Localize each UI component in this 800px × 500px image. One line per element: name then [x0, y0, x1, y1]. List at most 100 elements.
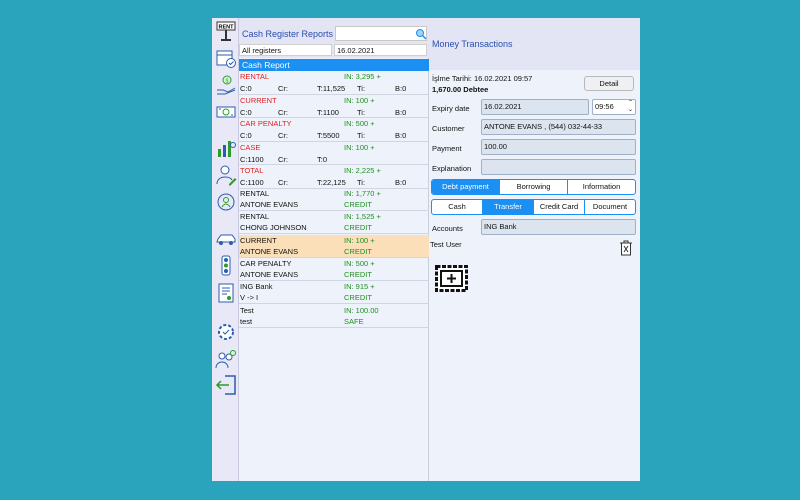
- transaction-in: IN: 1,525 +: [344, 212, 381, 222]
- transaction-person: test: [240, 316, 253, 326]
- explanation-field[interactable]: [481, 159, 636, 175]
- date-filter[interactable]: 16.02.2021: [334, 44, 427, 56]
- transaction-in: IN: 915 +: [344, 282, 375, 292]
- transaction-type: ING Bank: [240, 282, 273, 292]
- report-row[interactable]: CASE IN: 100 + C:1100 Cr: T:0: [239, 142, 429, 165]
- method-tab[interactable]: Credit Card: [534, 200, 585, 214]
- transaction-person: ANTONE EVANS: [240, 246, 299, 256]
- transaction-kind: CREDIT: [344, 293, 372, 303]
- expiry-date-field[interactable]: 16.02.2021: [481, 99, 589, 115]
- report-row-t: T:22,125: [317, 178, 346, 187]
- person-edit-icon[interactable]: [212, 162, 239, 188]
- add-image-icon[interactable]: [435, 265, 468, 292]
- method-tab[interactable]: Document: [585, 200, 635, 214]
- report-row-cr: Cr:: [278, 107, 288, 117]
- transaction-row[interactable]: CURRENT ANTONE EVANS IN: 100 + CREDIT: [239, 234, 429, 258]
- type-segmented-control: Debt payment Borrowing Information: [431, 179, 636, 195]
- explanation-label: Explanation: [432, 164, 472, 173]
- transaction-row[interactable]: Test test IN: 100.00 SAFE: [239, 305, 429, 328]
- report-row[interactable]: RENTAL IN: 3,295 + C:0 Cr: T:11,525 Ti: B:0: [239, 71, 429, 95]
- transaction-in: IN: 500 +: [344, 258, 375, 268]
- settings-check-icon[interactable]: [212, 319, 239, 345]
- transaction-row[interactable]: RENTAL ANTONE EVANS IN: 1,770 + CREDIT: [239, 188, 429, 211]
- transaction-person: ANTONE EVANS: [240, 200, 299, 209]
- method-tab[interactable]: Cash: [432, 200, 483, 214]
- calendar-check-icon[interactable]: [212, 45, 239, 71]
- report-row-t: T:11,525: [317, 84, 346, 93]
- accounts-field[interactable]: ING Bank: [481, 219, 636, 235]
- customer-field[interactable]: ANTONE EVANS , (544) 032-44-33: [481, 119, 636, 135]
- trash-icon[interactable]: [619, 240, 633, 256]
- report-row-cr: Cr:: [278, 131, 288, 140]
- transaction-row[interactable]: ING Bank V -> I IN: 915 + CREDIT: [239, 281, 429, 305]
- sidebar: RENT $: [212, 18, 239, 481]
- report-row-ti: Ti:: [357, 131, 366, 140]
- detail-title: Money Transactions: [432, 39, 513, 49]
- report-row-in: IN: 100 +: [344, 142, 375, 152]
- transaction-kind: CREDIT: [344, 200, 372, 209]
- detail-button[interactable]: Detail: [584, 76, 634, 91]
- report-row-cr: Cr:: [278, 178, 288, 187]
- report-row-cr: Cr:: [278, 84, 288, 93]
- report-row-in: IN: 500 +: [344, 119, 375, 128]
- person-refresh-icon[interactable]: [212, 189, 239, 215]
- transaction-kind: SAFE: [344, 316, 364, 326]
- report-row-t: T:0: [317, 154, 328, 164]
- report-row-name: TOTAL: [240, 166, 264, 175]
- expiry-time-field[interactable]: 09:56 ⌃ ⌄: [592, 99, 636, 115]
- svg-text:RENT: RENT: [218, 24, 234, 30]
- report-row-b: B:0: [395, 131, 407, 140]
- traffic-light-icon[interactable]: [212, 253, 239, 279]
- list-header: Cash Register Reports All registers 16.0…: [239, 18, 429, 58]
- cash-hand-icon[interactable]: $: [212, 72, 239, 98]
- report-row-c: C:0: [240, 84, 252, 93]
- report-row-in: IN: 2,225 +: [344, 166, 381, 175]
- users-add-icon[interactable]: [212, 346, 239, 372]
- customer-label: Customer: [432, 124, 465, 133]
- detail-header: Money Transactions: [429, 18, 640, 70]
- type-tab[interactable]: Debt payment: [432, 180, 500, 194]
- report-row-t: T:5500: [317, 131, 340, 140]
- banknote-icon[interactable]: [212, 99, 239, 125]
- svg-text:$: $: [225, 78, 228, 84]
- report-row[interactable]: TOTAL IN: 2,225 + C:1100 Cr: T:22,125 Ti: B:0: [239, 165, 429, 189]
- report-row-ti: Ti:: [357, 107, 366, 117]
- transaction-in: IN: 100 +: [344, 235, 375, 245]
- transaction-type: Test: [240, 305, 254, 315]
- app-window: RENT $ Cash Register Reports All registe…: [212, 18, 640, 481]
- car-icon[interactable]: [212, 226, 239, 252]
- search-icon[interactable]: [415, 28, 427, 40]
- report-row-name: CASE: [240, 142, 261, 152]
- transaction-person: V -> I: [240, 293, 259, 303]
- report-row-c: C:0: [240, 131, 252, 140]
- type-tab[interactable]: Information: [568, 180, 635, 194]
- register-filter[interactable]: All registers: [239, 44, 332, 56]
- payment-field[interactable]: 100.00: [481, 139, 636, 155]
- stats-person-icon[interactable]: [212, 135, 239, 161]
- invoice-icon[interactable]: [212, 280, 239, 306]
- transaction-kind: CREDIT: [344, 223, 372, 233]
- transaction-row[interactable]: CAR PENALTY ANTONE EVANS IN: 500 + CREDIT: [239, 258, 429, 281]
- transaction-in: IN: 1,770 +: [344, 189, 381, 198]
- transaction-date: İşlme Tarihi: 16.02.2021 09:57: [432, 74, 533, 83]
- transaction-row[interactable]: RENTAL CHONG JOHNSON IN: 1,525 + CREDIT: [239, 211, 429, 235]
- transaction-type: CAR PENALTY: [240, 258, 292, 268]
- logout-icon[interactable]: [212, 372, 239, 398]
- user-label: Test User: [430, 240, 462, 249]
- report-row-b: B:0: [395, 84, 407, 93]
- report-row[interactable]: CURRENT IN: 100 + C:0 Cr: T:1100 Ti: B:0: [239, 95, 429, 118]
- type-tab[interactable]: Borrowing: [500, 180, 568, 194]
- report-row-cr: Cr:: [278, 154, 288, 164]
- time-stepper-icon: ⌃ ⌄: [627, 100, 633, 113]
- transaction-person: ANTONE EVANS: [240, 269, 299, 279]
- transaction-person: CHONG JOHNSON: [240, 223, 307, 233]
- transaction-type: RENTAL: [240, 212, 270, 222]
- rent-sign-icon[interactable]: RENT: [212, 18, 239, 44]
- report-row-ti: Ti:: [357, 178, 366, 187]
- accounts-label: Accounts: [432, 224, 463, 233]
- transaction-kind: CREDIT: [344, 269, 372, 279]
- method-tab[interactable]: Transfer: [483, 200, 534, 214]
- search-input[interactable]: [335, 26, 427, 41]
- report-row[interactable]: CAR PENALTY IN: 500 + C:0 Cr: T:5500 Ti: B:0: [239, 118, 429, 142]
- expiry-label: Expiry date: [432, 104, 470, 113]
